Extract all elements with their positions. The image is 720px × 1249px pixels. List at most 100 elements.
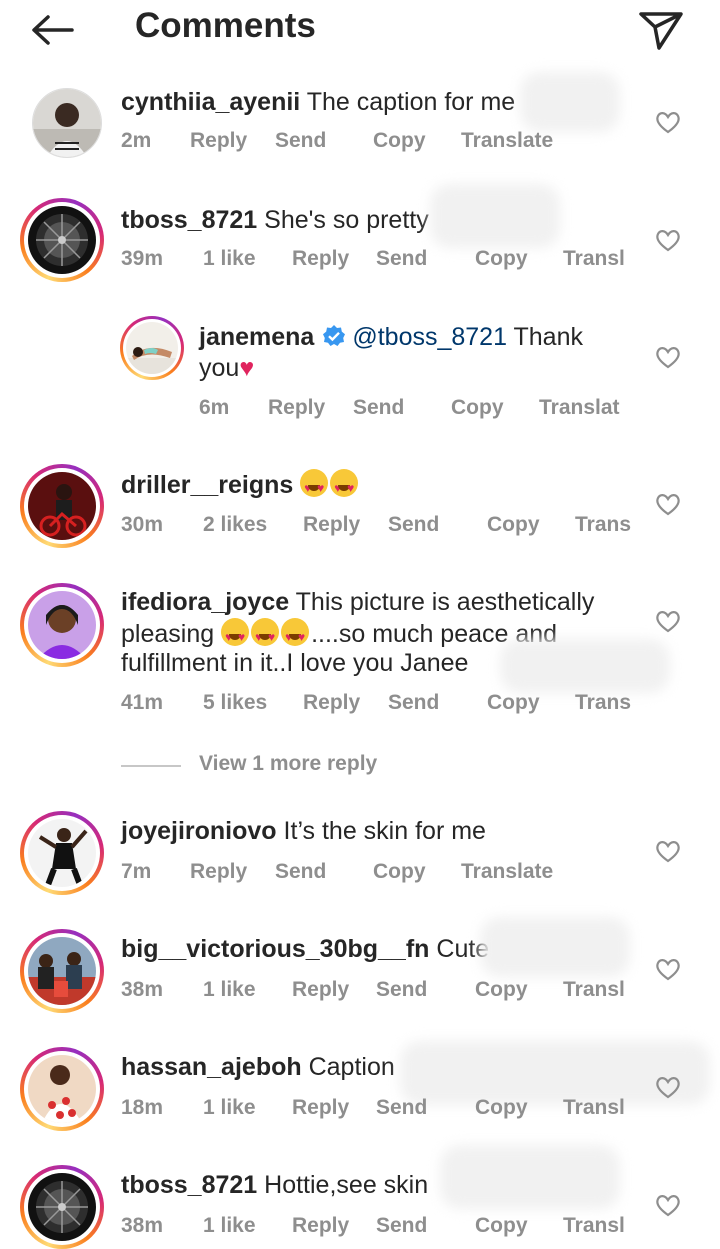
comment-username[interactable]: tboss_8721 <box>121 206 257 234</box>
copy-button[interactable]: Copy <box>451 396 504 420</box>
comment-username[interactable]: janemena <box>199 323 314 351</box>
redaction-blur <box>480 917 630 977</box>
verified-badge-icon <box>323 325 346 346</box>
heart-outline-icon[interactable] <box>655 228 681 252</box>
translate-button[interactable]: Trans <box>575 513 631 537</box>
comment-username[interactable]: ifediora_joyce <box>121 588 289 616</box>
send-button[interactable]: Send <box>376 1096 427 1120</box>
heart-outline-icon[interactable] <box>655 492 681 516</box>
comment-time: 30m <box>121 513 164 536</box>
comment-text: Hottie,see skin <box>264 1171 429 1199</box>
reply-button[interactable]: Reply <box>190 129 247 153</box>
comment-meta: 6m Reply Send Copy Translat <box>199 396 639 424</box>
heart-eyes-emoji-icon <box>330 469 359 504</box>
reply-button[interactable]: Reply <box>292 1096 349 1120</box>
reply-button[interactable]: Reply <box>303 513 360 537</box>
translate-button[interactable]: Transl <box>563 1214 625 1238</box>
copy-button[interactable]: Copy <box>487 691 540 715</box>
back-arrow-icon[interactable] <box>28 10 78 50</box>
comment-text: Caption <box>308 1053 395 1081</box>
reply-button[interactable]: Reply <box>268 396 325 420</box>
comment-likes[interactable]: 2 likes <box>203 513 267 537</box>
avatar[interactable] <box>120 316 184 380</box>
avatar[interactable] <box>20 464 104 548</box>
heart-outline-icon[interactable] <box>655 609 681 633</box>
view-more-label[interactable]: View 1 more reply <box>199 752 377 776</box>
redaction-blur <box>520 72 620 132</box>
avatar[interactable] <box>20 198 104 282</box>
translate-button[interactable]: Translat <box>539 396 620 420</box>
avatar[interactable] <box>20 1047 104 1131</box>
comment-likes[interactable]: 1 like <box>203 1214 256 1238</box>
red-heart-emoji-icon: ♥ <box>239 354 255 382</box>
avatar[interactable] <box>20 583 104 667</box>
comment-text: She's so pretty <box>264 206 429 234</box>
comment-time: 7m <box>121 860 152 883</box>
translate-button[interactable]: Translate <box>461 129 553 153</box>
comment-likes[interactable]: 1 like <box>203 1096 256 1120</box>
send-button[interactable]: Send <box>388 691 439 715</box>
comment-username[interactable]: big__victorious_30bg__fn <box>121 935 429 963</box>
copy-button[interactable]: Copy <box>487 513 540 537</box>
comment-time: 38m <box>121 978 164 1001</box>
comment-likes[interactable]: 5 likes <box>203 691 267 715</box>
send-button[interactable]: Send <box>353 396 404 420</box>
comment-username[interactable]: hassan_ajeboh <box>121 1053 302 1081</box>
comment-text: Thank <box>513 323 583 351</box>
comment-text-continued: you <box>199 354 240 382</box>
reply-button[interactable]: Reply <box>292 1214 349 1238</box>
page-title: Comments <box>135 6 316 45</box>
comment-meta: 18m 1 like Reply Send Copy Transl <box>121 1096 641 1124</box>
comment-text: It’s the skin for me <box>283 817 486 845</box>
send-button[interactable]: Send <box>376 247 427 271</box>
send-button[interactable]: Send <box>275 860 326 884</box>
reply-button[interactable]: Reply <box>303 691 360 715</box>
copy-button[interactable]: Copy <box>373 860 426 884</box>
heart-outline-icon[interactable] <box>655 957 681 981</box>
translate-button[interactable]: Transl <box>563 978 625 1002</box>
reply-button[interactable]: Reply <box>292 247 349 271</box>
translate-button[interactable]: Trans <box>575 691 631 715</box>
paper-plane-icon[interactable] <box>636 6 686 52</box>
copy-button[interactable]: Copy <box>373 129 426 153</box>
heart-outline-icon[interactable] <box>655 110 681 134</box>
comment-username[interactable]: driller__reigns <box>121 471 293 499</box>
comment-time: 2m <box>121 129 152 152</box>
send-button[interactable]: Send <box>376 978 427 1002</box>
avatar[interactable] <box>20 1165 104 1249</box>
comment-time: 6m <box>199 396 230 419</box>
translate-button[interactable]: Translate <box>461 860 553 884</box>
avatar[interactable] <box>20 929 104 1013</box>
divider-line <box>121 765 181 767</box>
send-button[interactable]: Send <box>275 129 326 153</box>
comment-time: 41m <box>121 691 164 714</box>
comment-meta: 39m 1 like Reply Send Copy Transl <box>121 247 641 275</box>
comment-username[interactable]: cynthiia_ayenii <box>121 88 300 116</box>
heart-outline-icon[interactable] <box>655 839 681 863</box>
comment-time: 38m <box>121 1214 164 1237</box>
translate-button[interactable]: Transl <box>563 247 625 271</box>
send-button[interactable]: Send <box>376 1214 427 1238</box>
copy-button[interactable]: Copy <box>475 978 528 1002</box>
heart-outline-icon[interactable] <box>655 345 681 369</box>
heart-outline-icon[interactable] <box>655 1075 681 1099</box>
mention-link[interactable]: @tboss_8721 <box>352 323 507 351</box>
translate-button[interactable]: Transl <box>563 1096 625 1120</box>
reply-button[interactable]: Reply <box>190 860 247 884</box>
avatar[interactable] <box>24 80 108 164</box>
copy-button[interactable]: Copy <box>475 247 528 271</box>
avatar[interactable] <box>20 811 104 895</box>
heart-eyes-emoji-icon <box>221 618 250 653</box>
comment-meta: 7m Reply Send Copy Translate <box>121 860 641 888</box>
comment-likes[interactable]: 1 like <box>203 978 256 1002</box>
copy-button[interactable]: Copy <box>475 1096 528 1120</box>
copy-button[interactable]: Copy <box>475 1214 528 1238</box>
redaction-blur <box>440 1145 620 1209</box>
send-button[interactable]: Send <box>388 513 439 537</box>
reply-button[interactable]: Reply <box>292 978 349 1002</box>
comment-meta: 30m 2 likes Reply Send Copy Trans <box>121 513 641 541</box>
comment-likes[interactable]: 1 like <box>203 247 256 271</box>
comment-username[interactable]: tboss_8721 <box>121 1171 257 1199</box>
comment-username[interactable]: joyejironiovo <box>121 817 277 845</box>
heart-outline-icon[interactable] <box>655 1193 681 1217</box>
